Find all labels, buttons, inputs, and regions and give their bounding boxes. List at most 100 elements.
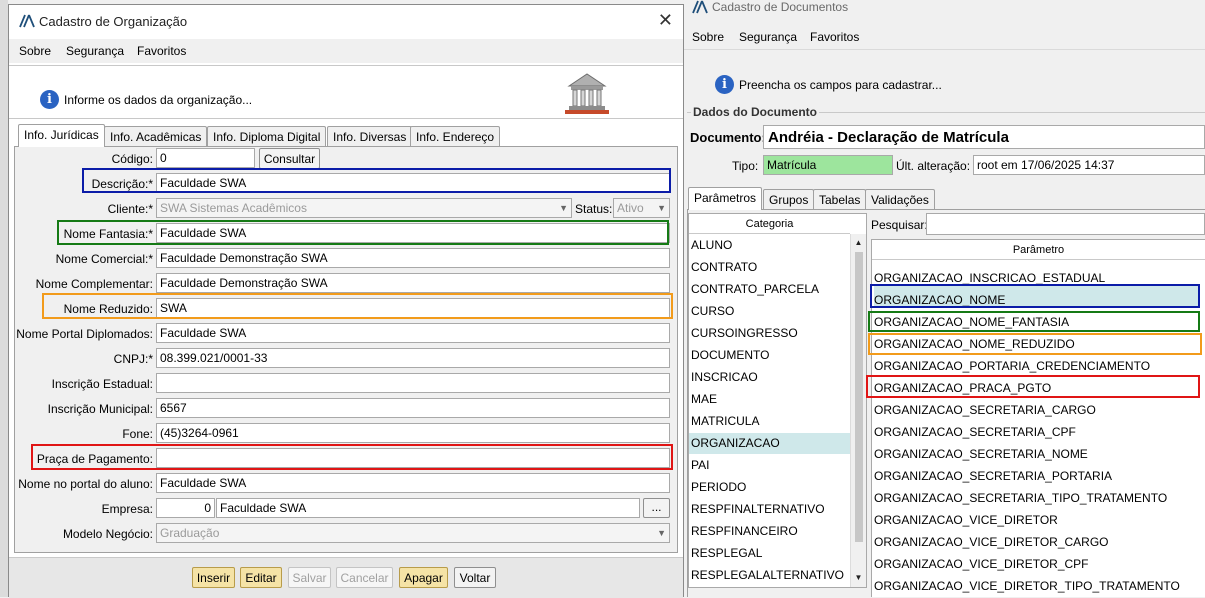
list-item[interactable]: INSCRICAO [691, 370, 758, 384]
nome-comercial-field[interactable]: Faculdade Demonstração SWA [156, 248, 670, 268]
tab-info-juridicas[interactable]: Info. Jurídicas [18, 124, 105, 147]
fone-field[interactable]: (45)3264-0961 [156, 423, 670, 443]
categoria-scrollbar[interactable]: ▲ ▼ [850, 234, 866, 587]
scroll-thumb[interactable] [855, 252, 863, 542]
list-item[interactable]: CURSO [691, 304, 734, 318]
praca-pagamento-field[interactable] [156, 448, 670, 468]
app-logo-icon [19, 14, 37, 28]
list-item[interactable]: CONTRATO [691, 260, 757, 274]
list-item[interactable]: CURSOINGRESSO [691, 326, 798, 340]
nome-comercial-label: Nome Comercial:* [55, 252, 153, 266]
info-icon: i [715, 75, 734, 94]
list-item[interactable]: ALUNO [691, 238, 732, 252]
codigo-field[interactable]: 0 [156, 148, 255, 168]
list-item[interactable]: RESPLEGALALTERNATIVO [691, 568, 844, 582]
list-item[interactable]: ORGANIZACAO_VICE_DIRETOR_TIPO_TRATAMENTO [874, 579, 1180, 593]
list-item[interactable]: ORGANIZACAO_PORTARIA_CREDENCIAMENTO [874, 359, 1150, 373]
scroll-up-icon[interactable]: ▲ [851, 236, 866, 250]
tipo-field[interactable]: Matrícula [763, 155, 893, 175]
consultar-button[interactable]: Consultar [259, 148, 320, 169]
list-item[interactable]: ORGANIZACAO_SECRETARIA_CPF [874, 425, 1076, 439]
tipo-label: Tipo: [732, 159, 759, 173]
nome-portal-diplomados-field[interactable]: Faculdade SWA [156, 323, 670, 343]
nome-complementar-field[interactable]: Faculdade Demonstração SWA [156, 273, 670, 293]
status-select[interactable]: Ativo ▼ [613, 198, 670, 218]
descricao-field[interactable]: Faculdade SWA [156, 173, 670, 193]
menu-bar: Sobre Segurança Favoritos [9, 39, 683, 63]
voltar-button[interactable]: Voltar [454, 567, 496, 588]
nome-fantasia-label: Nome Fantasia:* [63, 227, 153, 241]
tab-info-diversas[interactable]: Info. Diversas [327, 126, 413, 146]
editar-button[interactable]: Editar [240, 567, 282, 588]
chevron-down-icon: ▼ [559, 203, 568, 213]
documents-window: Cadastro de Documentos Sobre Segurança F… [684, 0, 1205, 597]
scroll-down-icon[interactable]: ▼ [851, 571, 866, 585]
app-logo-icon [692, 0, 710, 14]
list-item[interactable]: RESPLEGAL [691, 546, 762, 560]
list-item[interactable]: ORGANIZACAO_SECRETARIA_PORTARIA [874, 469, 1112, 483]
list-item[interactable]: ORGANIZACAO_PRACA_PGTO [874, 381, 1051, 395]
tab-parametros[interactable]: Parâmetros [688, 187, 763, 210]
list-item[interactable]: DOCUMENTO [691, 348, 769, 362]
empresa-lookup-button[interactable]: ... [643, 498, 670, 518]
categoria-list[interactable]: Categoria ALUNO CONTRATO CONTRATO_PARCEL… [688, 213, 867, 588]
list-item[interactable]: MATRICULA [691, 414, 759, 428]
menu-sobre[interactable]: Sobre [692, 30, 724, 44]
list-item[interactable]: RESPFINALTERNATIVO [691, 502, 825, 516]
list-item[interactable]: PERIODO [691, 480, 746, 494]
list-item[interactable]: RESPFINANCEIRO [691, 524, 798, 538]
salvar-button[interactable]: Salvar [288, 567, 331, 588]
cnpj-field[interactable]: 08.399.021/0001-33 [156, 348, 670, 368]
documento-field[interactable]: Andréia - Declaração de Matrícula [763, 125, 1205, 149]
modelo-negocio-select[interactable]: Graduação ▼ [156, 523, 670, 543]
info-text: Preencha os campos para cadastrar... [739, 78, 942, 92]
empresa-name-field[interactable]: Faculdade SWA [216, 498, 640, 518]
list-item-selected[interactable]: ORGANIZACAO_NOME [874, 293, 1005, 307]
list-item[interactable]: ORGANIZACAO_NOME_REDUZIDO [874, 337, 1075, 351]
list-item[interactable]: ORGANIZACAO_SECRETARIA_TIPO_TRATAMENTO [874, 491, 1167, 505]
pesquisar-input[interactable] [926, 213, 1205, 235]
fone-label: Fone: [122, 427, 153, 441]
tab-info-academicas[interactable]: Info. Acadêmicas [104, 126, 208, 146]
cliente-select[interactable]: SWA Sistemas Acadêmicos ▼ [156, 198, 572, 218]
list-item[interactable]: ORGANIZACAO_VICE_DIRETOR_CARGO [874, 535, 1109, 549]
list-item[interactable]: ORGANIZACAO_VICE_DIRETOR_CPF [874, 557, 1089, 571]
menu-bar: Sobre Segurança Favoritos [684, 24, 1205, 50]
list-item[interactable]: ORGANIZACAO_SECRETARIA_NOME [874, 447, 1088, 461]
nome-fantasia-field[interactable]: Faculdade SWA [156, 223, 670, 243]
list-item[interactable]: ORGANIZACAO_NOME_FANTASIA [874, 315, 1069, 329]
tab-strip: Parâmetros Grupos Tabelas Validações [688, 187, 1188, 210]
cancelar-button[interactable]: Cancelar [336, 567, 393, 588]
menu-favoritos[interactable]: Favoritos [810, 30, 859, 44]
menu-favoritos[interactable]: Favoritos [137, 44, 186, 58]
list-item-selected[interactable]: ORGANIZACAO [691, 436, 780, 450]
tab-validacoes[interactable]: Validações [865, 189, 935, 209]
title-bar: Cadastro de Organização ✕ [9, 5, 683, 39]
list-item[interactable]: ORGANIZACAO_SECRETARIA_CARGO [874, 403, 1096, 417]
menu-seguranca[interactable]: Segurança [66, 44, 124, 58]
list-item[interactable]: MAE [691, 392, 717, 406]
inscricao-municipal-field[interactable]: 6567 [156, 398, 670, 418]
apagar-button[interactable]: Apagar [399, 567, 448, 588]
close-icon[interactable]: ✕ [658, 11, 673, 29]
nome-portal-aluno-field[interactable]: Faculdade SWA [156, 473, 670, 493]
tab-tabelas[interactable]: Tabelas [813, 189, 867, 209]
tab-info-diploma-digital[interactable]: Info. Diploma Digital [207, 126, 327, 146]
inserir-button[interactable]: Inserir [192, 567, 235, 588]
bottom-toolbar: Inserir Editar Salvar Cancelar Apagar Vo… [9, 557, 683, 598]
cliente-label: Cliente:* [107, 202, 153, 216]
empresa-code-field[interactable]: 0 [156, 498, 215, 518]
inscricao-estadual-field[interactable] [156, 373, 670, 393]
menu-seguranca[interactable]: Segurança [739, 30, 797, 44]
nome-reduzido-field[interactable]: SWA [156, 298, 670, 318]
menu-sobre[interactable]: Sobre [19, 44, 51, 58]
codigo-label: Código: [111, 152, 153, 166]
list-item[interactable]: ORGANIZACAO_INSCRICAO_ESTADUAL [874, 271, 1105, 285]
tab-grupos[interactable]: Grupos [763, 189, 815, 209]
tab-info-endereco[interactable]: Info. Endereço [410, 126, 501, 146]
list-item[interactable]: CONTRATO_PARCELA [691, 282, 819, 296]
list-item[interactable]: PAI [691, 458, 709, 472]
parametro-list[interactable]: Parâmetro ORGANIZACAO_INSCRICAO_ESTADUAL… [871, 239, 1205, 597]
list-item[interactable]: ORGANIZACAO_VICE_DIRETOR [874, 513, 1058, 527]
background-window-edge [0, 0, 8, 597]
